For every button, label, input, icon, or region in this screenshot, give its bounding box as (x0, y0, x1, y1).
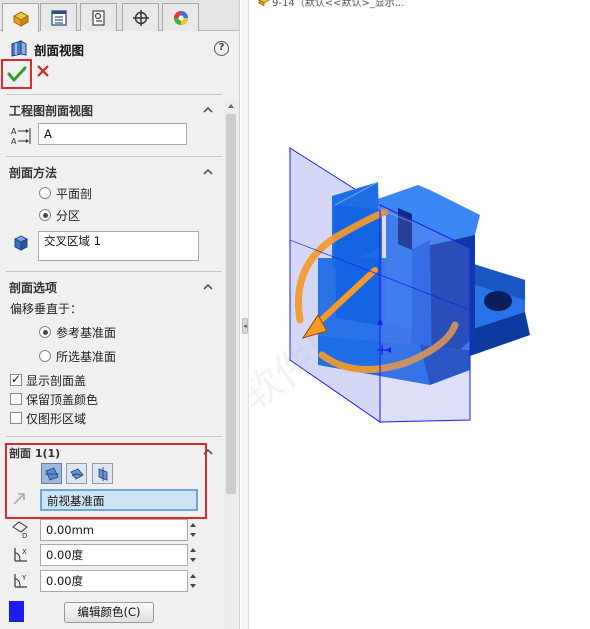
section-flip-icon (98, 466, 107, 481)
dimxpert-icon (132, 9, 149, 26)
spinner-icon[interactable] (188, 570, 198, 592)
offset-distance-input[interactable]: 0.00mm (40, 519, 188, 541)
display-manager-icon (173, 10, 188, 25)
page-title: 剖面视图 (34, 43, 85, 58)
section-color-swatch (9, 601, 24, 622)
rotation-y-input[interactable]: 0.00度 (40, 570, 188, 592)
distance-icon: D (12, 521, 28, 539)
ok-button[interactable] (1, 59, 32, 89)
spinner-icon[interactable] (188, 519, 198, 541)
section-cylinder-button[interactable] (66, 463, 87, 484)
radio-label-zonal: 分区 (56, 209, 81, 223)
tab-feature-manager[interactable] (2, 3, 39, 32)
reverse-direction-icon[interactable] (11, 491, 27, 507)
radio-planar-section[interactable] (39, 187, 51, 199)
checkbox-label-show-cap: 显示剖面盖 (26, 374, 87, 388)
svg-text:A: A (11, 127, 17, 136)
radio-label-selected-plane: 所选基准面 (56, 350, 117, 364)
radio-reference-plane[interactable] (39, 326, 51, 338)
graphics-viewport[interactable]: 9-14（默认<<默认>_显示... 软件自学网 (250, 0, 590, 629)
svg-text:X: X (22, 548, 27, 556)
group-title-section-1: 剖面 1(1) (9, 447, 61, 460)
section-label-input[interactable]: A (38, 123, 187, 145)
configuration-manager-icon (91, 9, 105, 26)
divider (6, 436, 222, 437)
checkbox-label-keep-color: 保留顶盖颜色 (26, 393, 99, 407)
offset-label: 偏移垂直于： (10, 302, 83, 316)
section-flip-button[interactable] (92, 463, 113, 484)
checkbox-show-section-cap[interactable] (10, 372, 22, 386)
radio-zonal-section[interactable] (39, 209, 51, 221)
help-icon[interactable]: ? (214, 41, 229, 56)
tab-dimxpert[interactable] (122, 3, 159, 31)
edit-color-button[interactable]: 编辑颜色(C) (64, 602, 154, 623)
tab-display-manager[interactable] (162, 3, 199, 31)
collapse-panel-icon[interactable]: ◂ (242, 318, 248, 334)
rotation-x-input[interactable]: 0.00度 (40, 544, 188, 566)
label-icon: A A (11, 127, 31, 146)
property-manager-header: 剖面视图 ? (0, 32, 239, 62)
part-model-3d[interactable]: 软件自学网 (250, 0, 590, 629)
checkbox-keep-cap-color[interactable] (10, 393, 22, 405)
feature-manager-icon (12, 11, 29, 27)
checkbox-graphics-only[interactable] (10, 412, 22, 424)
chevron-up-icon[interactable] (203, 447, 213, 457)
region-selection-box[interactable]: 交叉区域 1 (38, 231, 199, 261)
close-icon (37, 65, 49, 77)
section-plane-icon (44, 466, 59, 481)
section-plane-button[interactable] (41, 463, 62, 484)
manager-tab-bar (0, 0, 239, 32)
section-cylinder-icon (69, 468, 84, 480)
tab-property-manager[interactable] (40, 3, 77, 31)
group-title-method: 剖面方法 (9, 166, 58, 180)
section-view-icon (11, 40, 27, 57)
radio-label-planar: 平面剖 (56, 187, 93, 201)
radio-label-reference-plane: 参考基准面 (56, 326, 117, 340)
checkmark-icon (7, 66, 27, 82)
tab-configuration-manager[interactable] (80, 3, 117, 31)
region-icon (13, 235, 29, 251)
svg-text:Y: Y (21, 574, 27, 582)
divider (6, 94, 222, 95)
cancel-button[interactable] (36, 64, 50, 81)
property-manager-icon (50, 9, 67, 26)
rotate-x-icon: X (14, 548, 27, 562)
rotate-y-icon: Y (14, 574, 27, 588)
svg-text:A: A (11, 137, 17, 146)
spinner-icon[interactable] (188, 544, 198, 566)
panel-splitter[interactable]: ◂ (241, 0, 249, 629)
radio-selected-plane[interactable] (39, 350, 51, 362)
group-title-section-options: 剖面选项 (9, 281, 58, 295)
chevron-up-icon[interactable] (203, 105, 213, 115)
scrollbar-thumb[interactable] (226, 114, 236, 494)
svg-text:D: D (22, 532, 27, 539)
panel-scrollbar[interactable] (224, 100, 238, 629)
checkbox-label-graphics-only: 仅图形区域 (26, 412, 87, 426)
divider (6, 156, 222, 157)
property-manager-panel: 剖面视图 ? 工程图剖面视图 A A A 剖面方法 平面剖 分区 交叉区域 1 … (0, 0, 240, 629)
group-title-drawing-section: 工程图剖面视图 (9, 104, 94, 118)
section-plane-selection[interactable]: 前视基准面 (40, 489, 198, 511)
scroll-up-icon[interactable] (227, 102, 235, 110)
divider (6, 271, 222, 272)
chevron-up-icon[interactable] (203, 282, 213, 292)
chevron-up-icon[interactable] (203, 167, 213, 177)
